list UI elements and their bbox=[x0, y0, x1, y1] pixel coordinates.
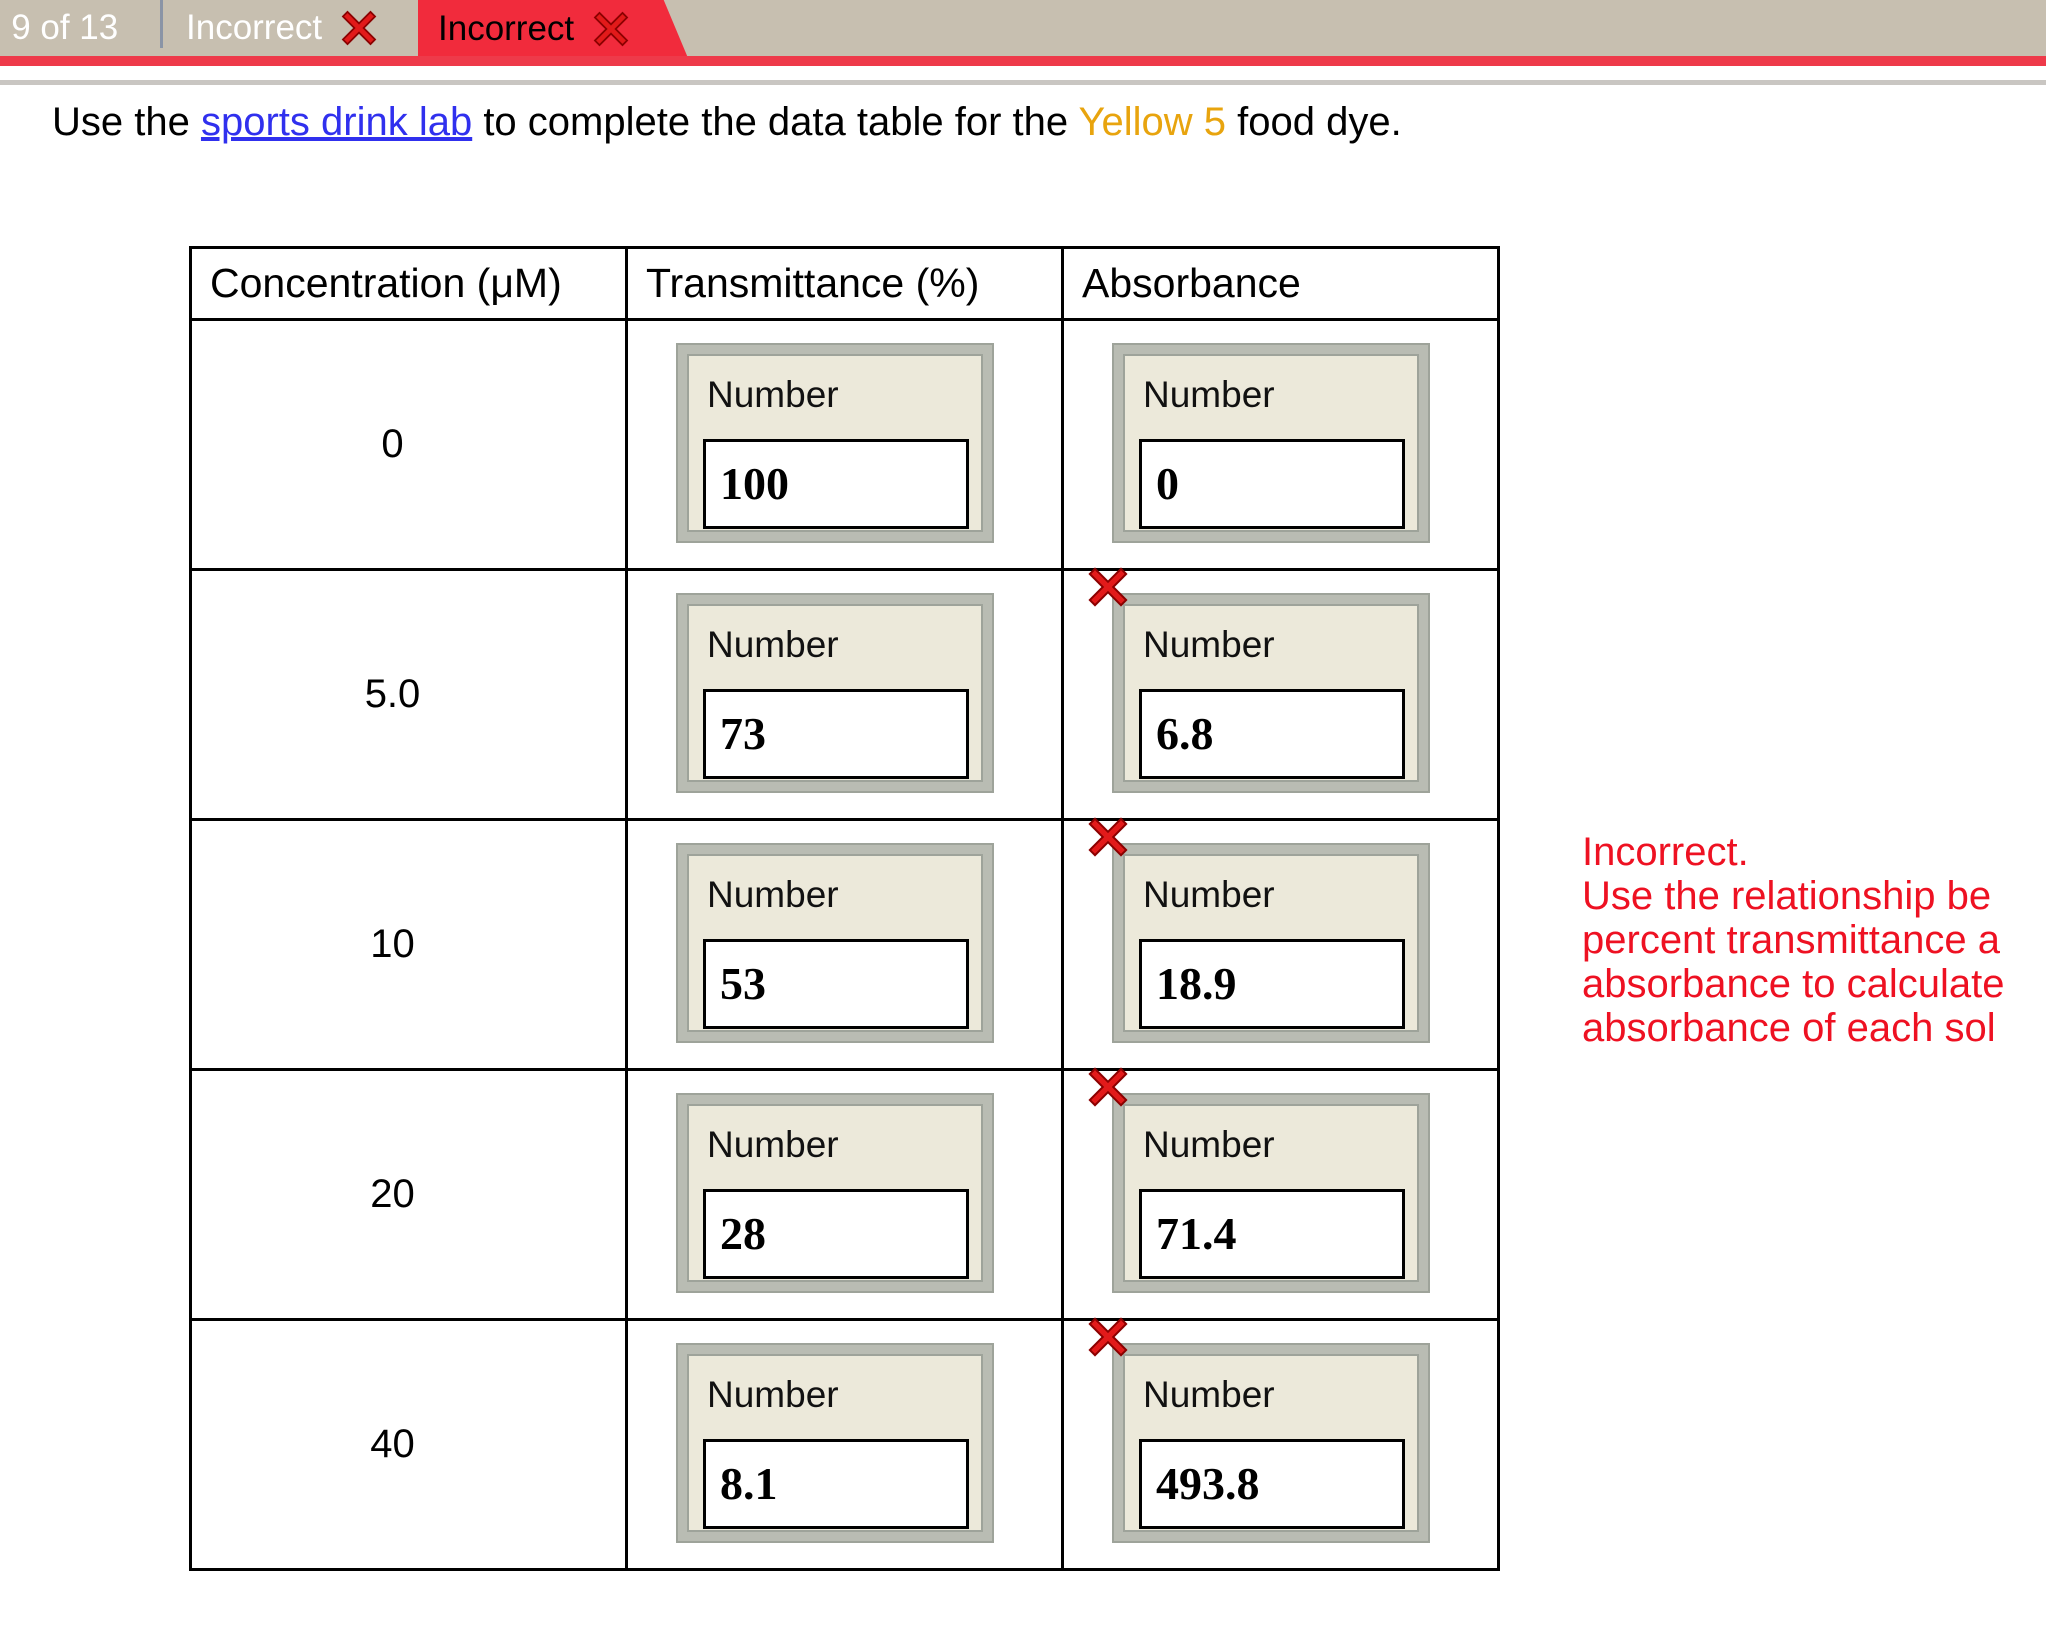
concentration-cell: 5.0 bbox=[189, 568, 628, 821]
number-field-label: Number bbox=[1143, 624, 1275, 665]
transmittance-input[interactable]: 53 bbox=[703, 939, 969, 1029]
absorbance-cell: Number 18.9 bbox=[1061, 817, 1500, 1071]
absorbance-input[interactable]: 71.4 bbox=[1139, 1189, 1405, 1279]
absorbance-number-field: Number 18.9 bbox=[1114, 845, 1428, 1041]
incorrect-x-icon bbox=[1088, 1067, 1128, 1107]
transmittance-cell: Number 100 bbox=[625, 318, 1064, 571]
current-attempt-label: Incorrect bbox=[438, 9, 575, 48]
feedback-line: absorbance of each sol bbox=[1582, 1006, 1996, 1050]
absorbance-number-field: Number 0 bbox=[1114, 345, 1428, 541]
concentration-value: 20 bbox=[370, 1172, 415, 1216]
concentration-cell: 20 bbox=[189, 1068, 628, 1321]
absorbance-input[interactable]: 6.8 bbox=[1139, 689, 1405, 779]
transmittance-cell: Number 28 bbox=[625, 1068, 1064, 1321]
concentration-cell: 10 bbox=[189, 818, 628, 1071]
transmittance-number-field: Number 53 bbox=[678, 845, 992, 1041]
data-table: Concentration (μM) Transmittance (%) Abs… bbox=[189, 246, 1500, 1571]
incorrect-x-icon bbox=[1088, 817, 1128, 857]
question-counter-label: n 9 of 13 bbox=[0, 8, 119, 47]
number-field-label: Number bbox=[707, 1124, 839, 1165]
absorbance-input[interactable]: 0 bbox=[1139, 439, 1405, 529]
sports-drink-lab-link[interactable]: sports drink lab bbox=[201, 100, 472, 144]
question-instructions: Use the sports drink lab to complete the… bbox=[52, 100, 1402, 145]
feedback-line: absorbance to calculate bbox=[1582, 962, 2005, 1006]
transmittance-input[interactable]: 73 bbox=[703, 689, 969, 779]
absorbance-cell: Number 0 bbox=[1061, 318, 1500, 571]
number-field-label: Number bbox=[1143, 1374, 1275, 1415]
table-row: 10 Number 53 Number 18.9 bbox=[189, 817, 1500, 1071]
transmittance-input[interactable]: 8.1 bbox=[703, 1439, 969, 1529]
feedback-line: percent transmittance a bbox=[1582, 918, 2000, 962]
concentration-value: 0 bbox=[381, 422, 404, 466]
absorbance-cell: Number 6.8 bbox=[1061, 567, 1500, 821]
number-field-label: Number bbox=[1143, 374, 1275, 415]
question-tab-bar: n 9 of 13 Incorrect Incorrect bbox=[0, 0, 2046, 85]
absorbance-cell: Number 71.4 bbox=[1061, 1067, 1500, 1321]
concentration-value: 10 bbox=[370, 922, 415, 966]
header-concentration: Concentration (μM) bbox=[189, 246, 628, 321]
table-row: 5.0 Number 73 Number 6.8 bbox=[189, 567, 1500, 821]
number-field-label: Number bbox=[1143, 1124, 1275, 1165]
dye-name: Yellow 5 bbox=[1078, 100, 1227, 144]
feedback-line: Use the relationship be bbox=[1582, 874, 1992, 918]
absorbance-number-field: Number 71.4 bbox=[1114, 1095, 1428, 1291]
transmittance-number-field: Number 28 bbox=[678, 1095, 992, 1291]
number-field-label: Number bbox=[1143, 874, 1275, 915]
transmittance-input[interactable]: 100 bbox=[703, 439, 969, 529]
current-attempt-tab[interactable]: Incorrect bbox=[418, 0, 688, 58]
instructions-suffix: food dye. bbox=[1226, 100, 1402, 144]
transmittance-input[interactable]: 28 bbox=[703, 1189, 969, 1279]
absorbance-number-field: Number 6.8 bbox=[1114, 595, 1428, 791]
incorrect-x-icon bbox=[1088, 567, 1128, 607]
feedback-title: Incorrect. bbox=[1582, 830, 1749, 874]
transmittance-cell: Number 53 bbox=[625, 818, 1064, 1071]
header-transmittance: Transmittance (%) bbox=[625, 246, 1064, 321]
incorrect-x-icon bbox=[341, 10, 377, 46]
previous-attempt-label: Incorrect bbox=[186, 8, 323, 47]
incorrect-x-icon bbox=[593, 11, 629, 47]
transmittance-cell: Number 8.1 bbox=[625, 1318, 1064, 1571]
instructions-prefix: Use the bbox=[52, 100, 201, 144]
table-row: 20 Number 28 Number 71.4 bbox=[189, 1067, 1500, 1321]
question-counter-tab[interactable]: n 9 of 13 bbox=[0, 0, 118, 56]
tab-underline bbox=[0, 56, 2046, 66]
header-divider bbox=[0, 80, 2046, 85]
tab-separator bbox=[160, 0, 163, 48]
concentration-value: 40 bbox=[370, 1422, 415, 1466]
transmittance-number-field: Number 73 bbox=[678, 595, 992, 791]
absorbance-input[interactable]: 18.9 bbox=[1139, 939, 1405, 1029]
absorbance-number-field: Number 493.8 bbox=[1114, 1345, 1428, 1541]
absorbance-cell: Number 493.8 bbox=[1061, 1317, 1500, 1571]
concentration-cell: 0 bbox=[189, 318, 628, 571]
incorrect-x-icon bbox=[1088, 1317, 1128, 1357]
concentration-value: 5.0 bbox=[364, 672, 421, 716]
absorbance-input[interactable]: 493.8 bbox=[1139, 1439, 1405, 1529]
transmittance-number-field: Number 100 bbox=[678, 345, 992, 541]
previous-attempt-tab[interactable]: Incorrect bbox=[186, 0, 382, 56]
table-row: 40 Number 8.1 Number 493.8 bbox=[189, 1317, 1500, 1571]
feedback-message: Incorrect. Use the relationship be perce… bbox=[1582, 830, 2046, 1050]
header-absorbance: Absorbance bbox=[1061, 246, 1500, 321]
transmittance-cell: Number 73 bbox=[625, 568, 1064, 821]
table-header-row: Concentration (μM) Transmittance (%) Abs… bbox=[189, 246, 1500, 321]
transmittance-number-field: Number 8.1 bbox=[678, 1345, 992, 1541]
number-field-label: Number bbox=[707, 624, 839, 665]
table-row: 0 Number 100 Number 0 bbox=[189, 318, 1500, 571]
instructions-middle: to complete the data table for the bbox=[472, 100, 1079, 144]
number-field-label: Number bbox=[707, 1374, 839, 1415]
concentration-cell: 40 bbox=[189, 1318, 628, 1571]
number-field-label: Number bbox=[707, 874, 839, 915]
number-field-label: Number bbox=[707, 374, 839, 415]
